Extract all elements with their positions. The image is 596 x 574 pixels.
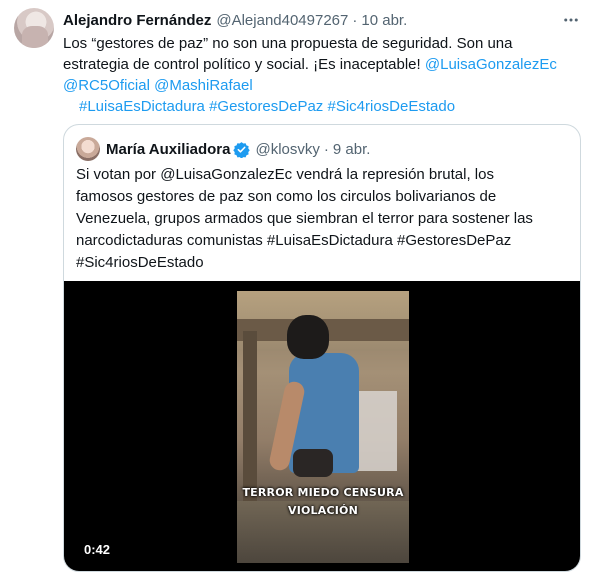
hashtag-link[interactable]: #GestoresDePaz [209,98,323,115]
video-thumbnail[interactable]: TERROR MIEDO CENSURA VIOLACIÓN [237,291,409,563]
author-name[interactable]: Alejandro Fernández [63,12,211,29]
text-segment: Los “gestores de paz” no son una propues… [63,35,513,52]
mention-link[interactable]: @RC5Oficial [63,77,150,94]
author-handle[interactable]: @Alejand40497267 [216,12,348,29]
more-options-button[interactable] [560,10,582,30]
hashtag-link[interactable]: #LuisaEsDictadura [79,98,205,115]
video-duration: 0:42 [78,540,117,559]
hashtag-link[interactable]: #Sic4riosDeEstado [327,98,455,115]
mention-link[interactable]: @LuisaGonzalezEc [425,56,557,73]
quote-text-line: Venezuela, grupos armados que siembran e… [76,210,533,227]
tweet-text: Los “gestores de paz” no son una propues… [63,33,573,117]
tweet-text-line: @RC5Oficial @MashiRafael [63,75,573,96]
verified-badge-icon [233,141,251,158]
quote-author-handle[interactable]: @klosvky [255,141,319,158]
quote-author-avatar[interactable] [76,137,100,161]
tweet[interactable]: Alejandro Fernández @Alejand40497267 · 1… [0,0,596,574]
author-avatar[interactable] [14,8,54,48]
more-horizontal-icon [564,18,578,22]
tweet-text-line: estrategia de control político y social.… [63,54,573,75]
quote-author-name[interactable]: María Auxiliadora [106,141,230,158]
tweet-header: Alejandro Fernández @Alejand40497267 · 1… [63,10,556,30]
quote-text-line: Si votan por @LuisaGonzalezEc vendrá la … [76,166,494,183]
video-caption: VIOLACIÓN [287,504,358,517]
tweet-text-line: #LuisaEsDictadura #GestoresDePaz #Sic4ri… [63,96,573,117]
mention-link[interactable]: @MashiRafael [154,77,253,94]
quote-text: Si votan por @LuisaGonzalezEc vendrá la … [76,164,570,274]
video-player[interactable]: TERROR MIEDO CENSURA VIOLACIÓN 0:42 [64,281,580,571]
separator-dot: · [323,140,329,158]
text-segment: estrategia de control político y social.… [63,56,425,73]
quote-header: María Auxiliadora @klosvky · 9 abr. [106,138,370,160]
tweet-text-line: Los “gestores de paz” no son una propues… [63,33,573,54]
quote-date[interactable]: 9 abr. [333,141,371,158]
tweet-date[interactable]: 10 abr. [361,12,407,29]
quoted-tweet[interactable]: María Auxiliadora @klosvky · 9 abr. Si v… [63,124,581,572]
separator-dot: · [352,11,358,29]
quote-text-line: #Sic4riosDeEstado [76,254,204,271]
video-caption: TERROR MIEDO CENSURA [242,486,404,499]
quote-text-line: narcodictaduras comunistas #LuisaEsDicta… [76,232,512,249]
quote-text-line: famosos gestores de paz son como los cir… [76,188,497,205]
